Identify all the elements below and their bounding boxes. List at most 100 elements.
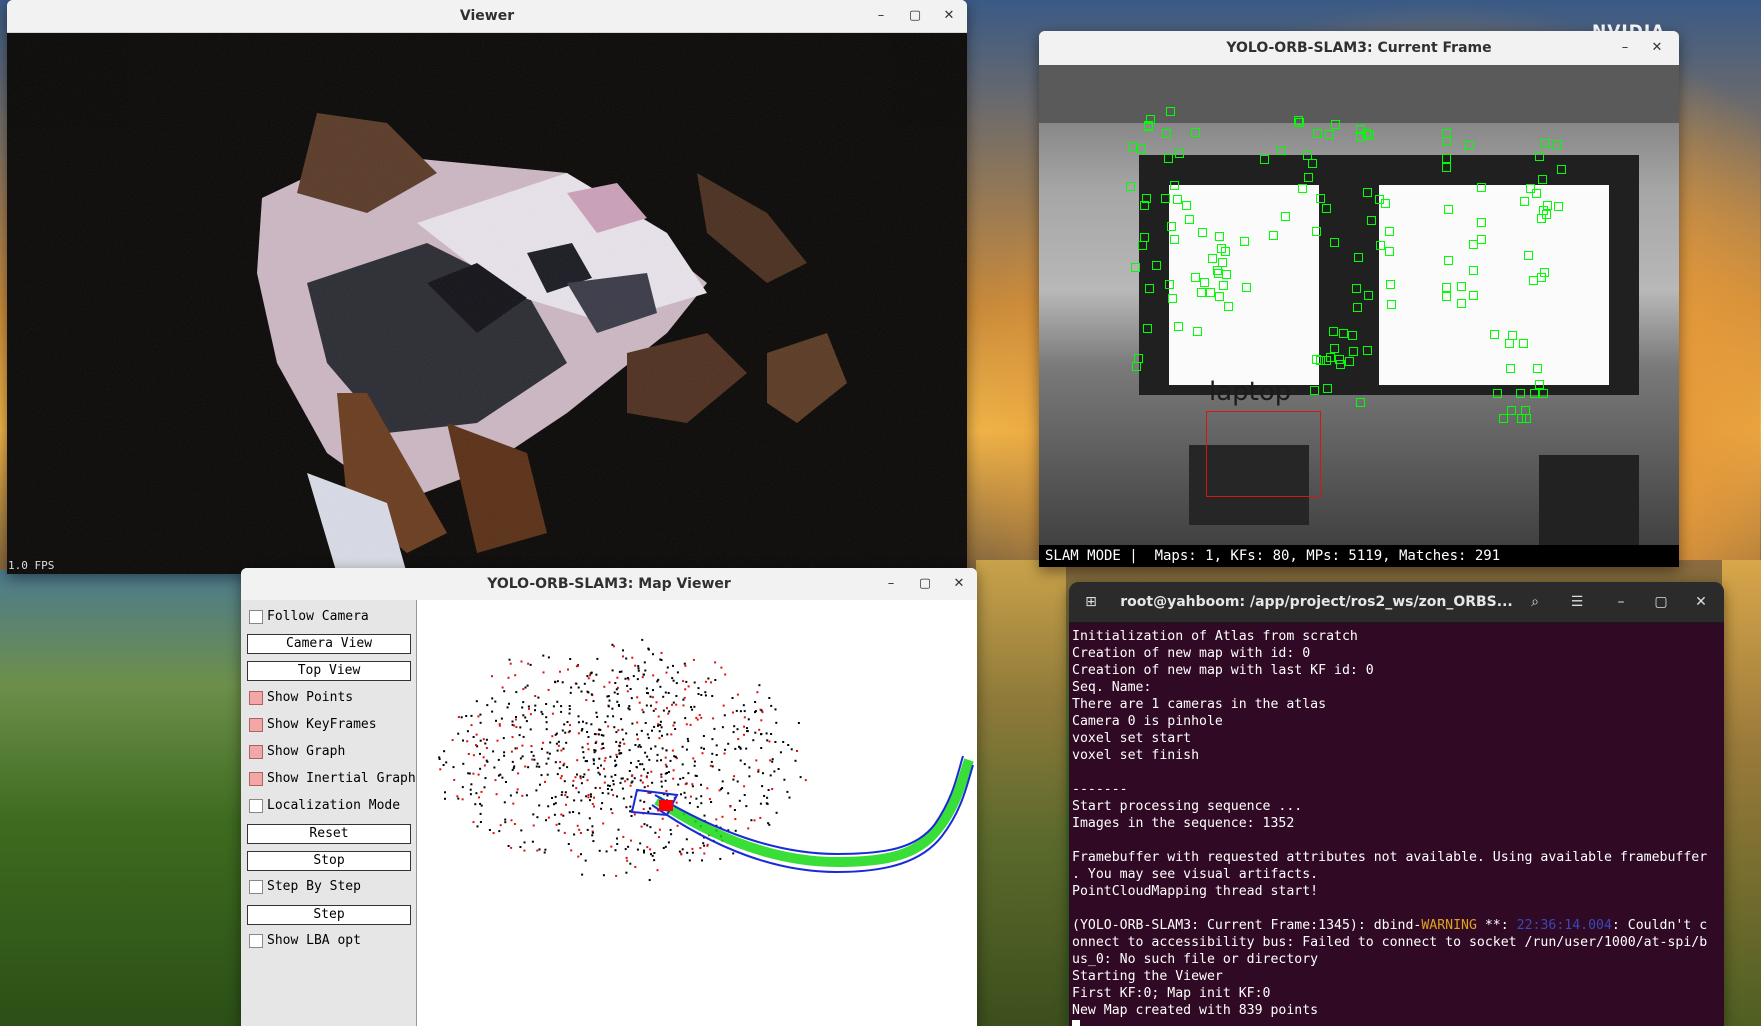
map-point: [443, 750, 446, 753]
map-point: [545, 716, 548, 719]
follow-camera-checkbox[interactable]: Follow Camera: [247, 606, 411, 628]
map-point: [658, 730, 661, 733]
keypoint-marker: [1139, 233, 1149, 243]
map-point: [656, 759, 659, 762]
keypoint-marker: [1218, 281, 1228, 291]
map-point: [615, 874, 618, 877]
map-point: [595, 673, 598, 676]
keypoint-marker: [1354, 252, 1364, 262]
map-point: [616, 692, 619, 695]
map-point: [530, 745, 533, 748]
viewer-window[interactable]: Viewer – ▢ ✕ 1.0 FPS: [7, 0, 967, 574]
camera-view-button[interactable]: Camera View: [247, 634, 411, 654]
map-point: [556, 700, 559, 703]
map-point: [697, 687, 700, 690]
map-viewer-window[interactable]: YOLO-ORB-SLAM3: Map Viewer – ▢ ✕ Follow …: [241, 568, 977, 1026]
show-lba-opt-checkbox[interactable]: Show LBA opt: [247, 930, 411, 952]
map-point: [592, 762, 595, 765]
pointcloud-canvas[interactable]: 1.0 FPS: [7, 33, 967, 574]
new-tab-icon[interactable]: ⊞: [1081, 592, 1101, 612]
show-points-checkbox[interactable]: Show Points: [247, 687, 411, 709]
maximize-icon[interactable]: ▢: [1651, 592, 1671, 612]
show-keyframes-checkbox[interactable]: Show KeyFrames: [247, 714, 411, 736]
minimize-icon[interactable]: –: [1611, 592, 1631, 612]
minimize-icon[interactable]: –: [871, 6, 891, 26]
map-canvas[interactable]: [417, 600, 977, 1026]
map-point: [672, 724, 675, 727]
map-point: [566, 796, 569, 799]
map-point: [703, 814, 706, 817]
map-point: [631, 722, 634, 725]
close-icon[interactable]: ✕: [939, 6, 959, 26]
show-inertial-graph-checkbox[interactable]: Show Inertial Graph: [247, 768, 416, 790]
map-point: [690, 706, 692, 709]
step-by-step-checkbox[interactable]: Step By Step: [247, 876, 411, 898]
map-point: [693, 764, 696, 767]
maximize-icon[interactable]: ▢: [915, 574, 935, 594]
search-icon[interactable]: ⌕: [1525, 592, 1545, 612]
keypoint-marker: [1386, 299, 1396, 309]
map-point: [527, 705, 530, 708]
map-point: [743, 725, 746, 728]
close-icon[interactable]: ✕: [949, 574, 969, 594]
map-point: [504, 818, 507, 821]
map-point: [567, 668, 569, 671]
maximize-icon[interactable]: ▢: [905, 6, 925, 26]
terminal-output[interactable]: Initialization of Atlas from scratch Crea…: [1072, 628, 1722, 1026]
current-frame-titlebar[interactable]: YOLO-ORB-SLAM3: Current Frame – ✕: [1039, 31, 1679, 66]
terminal-titlebar[interactable]: ⊞ root@yahboom: /app/project/ros2_ws/zon…: [1069, 582, 1724, 623]
keypoint-marker: [1442, 137, 1452, 147]
map-point: [589, 799, 591, 802]
show-graph-checkbox[interactable]: Show Graph: [247, 741, 411, 763]
stop-button[interactable]: Stop: [247, 851, 411, 871]
map-point: [589, 793, 592, 796]
map-point: [681, 745, 684, 748]
keypoint-marker: [1348, 331, 1358, 341]
map-point: [586, 731, 589, 733]
map-point: [569, 724, 571, 727]
map-point: [559, 670, 561, 673]
map-point: [693, 760, 696, 763]
map-viewer-titlebar[interactable]: YOLO-ORB-SLAM3: Map Viewer – ▢ ✕: [241, 568, 977, 601]
map-point: [591, 834, 594, 837]
close-icon[interactable]: ✕: [1691, 592, 1711, 612]
map-point: [700, 783, 702, 786]
map-point: [755, 759, 758, 762]
map-point: [498, 723, 501, 726]
map-point: [599, 787, 601, 789]
map-point: [656, 680, 659, 683]
map-point: [470, 714, 473, 717]
close-icon[interactable]: ✕: [1647, 38, 1667, 58]
keypoint-marker: [1193, 327, 1203, 337]
terminal-window[interactable]: ⊞ root@yahboom: /app/project/ros2_ws/zon…: [1069, 582, 1724, 1026]
reset-button[interactable]: Reset: [247, 824, 411, 844]
map-point: [521, 706, 524, 709]
minimize-icon[interactable]: –: [1615, 38, 1635, 58]
map-point: [598, 849, 601, 852]
map-point: [747, 718, 750, 721]
map-point: [579, 777, 582, 780]
map-point: [560, 705, 563, 708]
top-view-button[interactable]: Top View: [247, 661, 411, 681]
keypoint-marker: [1507, 405, 1517, 415]
map-point: [715, 744, 718, 747]
camera-frame[interactable]: laptop SLAM MODE | Maps: 1, KFs: 80, MPs…: [1039, 65, 1679, 567]
map-point: [561, 791, 564, 794]
terminal-prompt[interactable]: [1072, 1019, 1722, 1026]
step-button[interactable]: Step: [247, 905, 411, 925]
map-point: [586, 675, 589, 678]
current-frame-window[interactable]: YOLO-ORB-SLAM3: Current Frame – ✕ laptop…: [1039, 31, 1679, 567]
viewer-titlebar[interactable]: Viewer – ▢ ✕: [7, 0, 967, 33]
keypoint-marker: [1174, 322, 1184, 332]
map-point: [693, 705, 696, 708]
map-point: [743, 710, 746, 713]
map-point: [664, 772, 667, 775]
map-point: [708, 798, 711, 801]
map-point: [672, 701, 675, 704]
minimize-icon[interactable]: –: [881, 574, 901, 594]
localization-mode-checkbox[interactable]: Localization Mode: [247, 795, 411, 817]
menu-icon[interactable]: ☰: [1567, 592, 1587, 612]
map-point: [693, 681, 696, 684]
map-point: [494, 779, 497, 782]
map-point: [787, 744, 790, 746]
